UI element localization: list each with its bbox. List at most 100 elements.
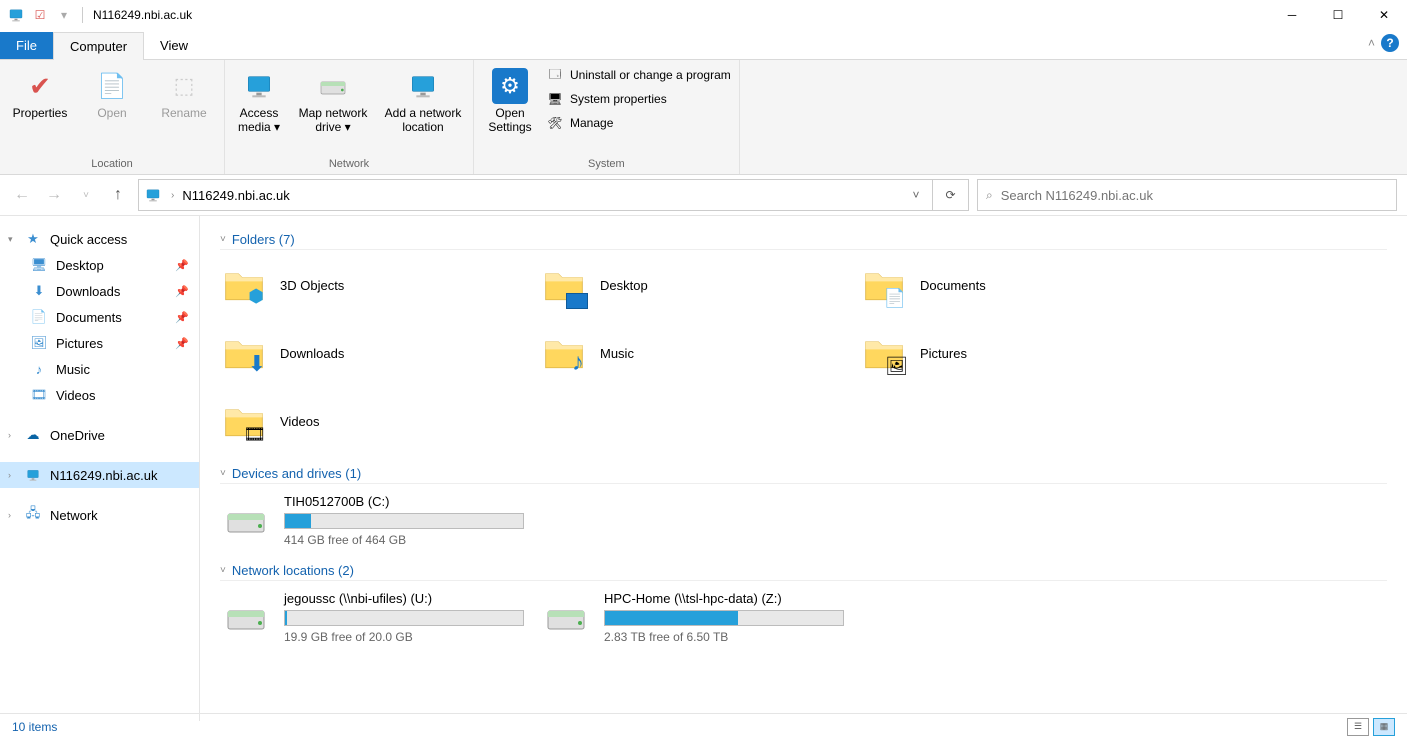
properties-icon: ✔ [22,68,58,104]
chevron-down-icon[interactable]: ˅ [220,468,226,479]
nav-music[interactable]: ♪ Music [0,356,199,382]
chevron-right-icon[interactable]: › [167,190,178,201]
manage-button[interactable]: 🛠 Manage [546,114,731,132]
uninstall-icon: 🗔 [546,66,564,84]
app-icon [6,5,26,25]
content-area: ˅ Folders (7) ⬢ 3D Objects Desktop 📄 Doc… [200,216,1407,721]
search-input[interactable] [1001,188,1388,203]
add-network-location-button[interactable]: Add a network location [381,64,465,134]
recent-locations-button[interactable]: ˅ [74,183,98,207]
group-label-location: Location [8,156,216,172]
nav-downloads[interactable]: ⬇ Downloads 📌 [0,278,199,304]
nav-desktop[interactable]: 🖥 Desktop 📌 [0,252,199,278]
nav-this-pc[interactable]: › N116249.nbi.ac.uk [0,462,199,488]
map-network-drive-button[interactable]: Map network drive ▾ [293,64,373,134]
view-details-button[interactable]: ☰ [1347,718,1369,736]
nav-documents[interactable]: 📄 Documents 📌 [0,304,199,330]
network-drive-z[interactable]: HPC-Home (\\tsl-hpc-data) (Z:) 2.83 TB f… [540,591,860,644]
tab-file[interactable]: File [0,32,53,59]
folder-icon: ⬢ [220,261,268,309]
ribbon: ✔ Properties 📄 Open ⬚ Rename Location Ac… [0,60,1407,175]
up-button[interactable]: ↑ [106,183,130,207]
folder-icon [540,261,588,309]
help-icon[interactable]: ? [1381,34,1399,52]
open-settings-button[interactable]: ⚙ Open Settings [482,64,538,134]
chevron-icon[interactable]: › [8,470,11,480]
nav-onedrive[interactable]: › ☁ OneDrive [0,422,199,448]
drive-u-usage-bar [284,610,524,626]
chevron-down-icon[interactable]: ˅ [220,565,226,576]
quick-access-icon: ★ [24,230,42,248]
music-icon: ♪ [30,360,48,378]
close-button[interactable]: ✕ [1361,0,1407,30]
access-media-button[interactable]: Access media ▾ [233,64,285,134]
this-pc-icon [24,466,42,484]
pictures-icon: 🖼 [30,334,48,352]
pin-icon: 📌 [175,285,189,298]
group-label-system: System [482,156,731,172]
sysprops-icon: 🖥 [546,90,564,108]
chevron-down-icon[interactable]: ˅ [220,234,226,245]
chevron-icon[interactable]: › [8,430,11,440]
back-button[interactable]: ← [10,183,34,207]
title-bar: ☑ ▾ N116249.nbi.ac.uk ─ ☐ ✕ [0,0,1407,30]
network-drive-icon [220,591,272,643]
onedrive-icon: ☁ [24,426,42,444]
open-button[interactable]: 📄 Open [80,64,144,120]
search-bar[interactable]: ⌕ [977,179,1397,211]
ribbon-group-location: ✔ Properties 📄 Open ⬚ Rename Location [0,60,225,174]
folder-icon: ⬇ [220,329,268,377]
status-bar: 10 items ☰ ▦ [0,713,1407,739]
folder-music[interactable]: ♪ Music [540,328,860,378]
minimize-button[interactable]: ─ [1269,0,1315,30]
videos-icon: 🎞 [30,386,48,404]
folder-icon: 🎞 [220,397,268,445]
drive-z-usage-bar [604,610,844,626]
folder-downloads[interactable]: ⬇ Downloads [220,328,540,378]
nav-quick-access[interactable]: ▾ ★ Quick access [0,226,199,252]
access-media-icon [241,68,277,104]
network-drive-u[interactable]: jegoussc (\\nbi-ufiles) (U:) 19.9 GB fre… [220,591,540,644]
folder-icon: ♪ [540,329,588,377]
qat-properties-icon[interactable]: ☑ [30,5,50,25]
ribbon-tabs: File Computer View ˄ ? [0,30,1407,60]
folder-videos[interactable]: 🎞 Videos [220,396,540,446]
group-label-network: Network [233,156,465,172]
collapse-ribbon-icon[interactable]: ˄ [1368,36,1375,50]
rename-icon: ⬚ [166,68,202,104]
section-header-netloc[interactable]: ˅ Network locations (2) [220,563,1387,581]
address-bar[interactable]: › N116249.nbi.ac.uk ˅ [138,179,933,211]
properties-button[interactable]: ✔ Properties [8,64,72,120]
forward-button[interactable]: → [42,183,66,207]
nav-videos[interactable]: 🎞 Videos [0,382,199,408]
folder-desktop[interactable]: Desktop [540,260,860,310]
tab-view[interactable]: View [144,32,204,59]
rename-button[interactable]: ⬚ Rename [152,64,216,120]
system-properties-button[interactable]: 🖥 System properties [546,90,731,108]
folder-pictures[interactable]: 🖼 Pictures [860,328,1180,378]
uninstall-program-button[interactable]: 🗔 Uninstall or change a program [546,66,731,84]
chevron-icon[interactable]: ▾ [8,234,13,245]
folder-3d-objects[interactable]: ⬢ 3D Objects [220,260,540,310]
nav-network[interactable]: › 🖧 Network [0,502,199,528]
qat-new-folder-icon[interactable]: ▾ [54,5,74,25]
tab-computer[interactable]: Computer [53,32,144,60]
maximize-button[interactable]: ☐ [1315,0,1361,30]
folder-documents[interactable]: 📄 Documents [860,260,1180,310]
desktop-icon: 🖥 [30,256,48,274]
downloads-icon: ⬇ [30,282,48,300]
network-icon: 🖧 [24,506,42,524]
breadcrumb[interactable]: N116249.nbi.ac.uk [178,188,293,203]
view-large-icons-button[interactable]: ▦ [1373,718,1395,736]
chevron-icon[interactable]: › [8,510,11,520]
pin-icon: 📌 [175,337,189,350]
address-dropdown-button[interactable]: ˅ [904,179,928,211]
section-header-drives[interactable]: ˅ Devices and drives (1) [220,466,1387,484]
nav-pictures[interactable]: 🖼 Pictures 📌 [0,330,199,356]
ribbon-group-system: ⚙ Open Settings 🗔 Uninstall or change a … [474,60,740,174]
drive-icon [220,494,272,546]
pin-icon: 📌 [175,259,189,272]
refresh-button[interactable]: ⟳ [933,179,969,211]
drive-c[interactable]: TIH0512700B (C:) 414 GB free of 464 GB [220,494,540,547]
section-header-folders[interactable]: ˅ Folders (7) [220,232,1387,250]
